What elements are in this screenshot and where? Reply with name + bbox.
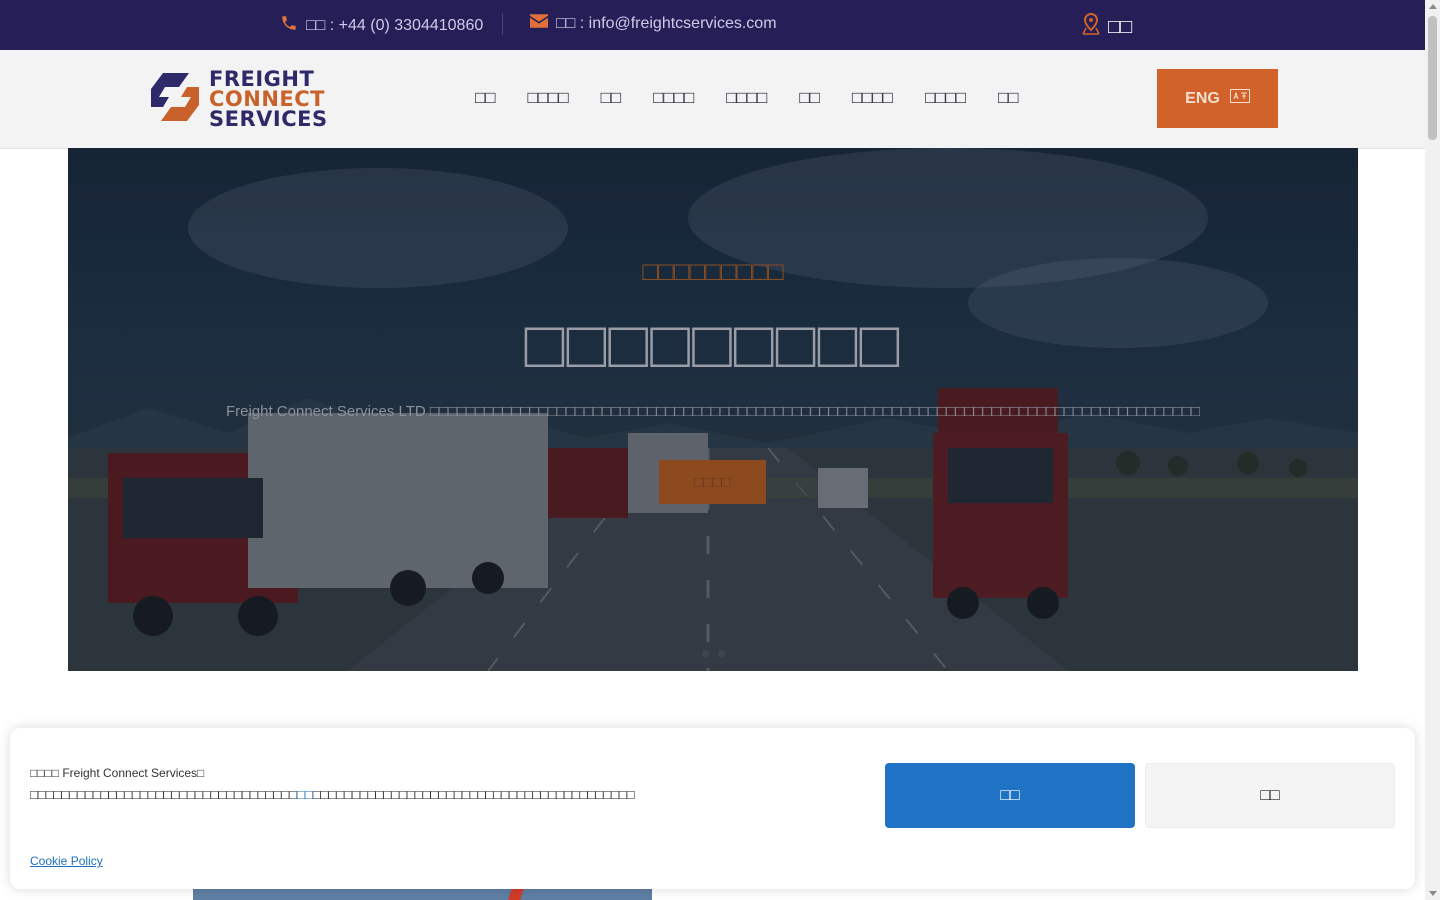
hero-subtitle: □□□□□□□□□	[642, 256, 784, 286]
nav-item-1[interactable]: □□	[475, 88, 496, 108]
hero-slider: □□□□□□□□□ □□□□□□□□□ Freight Connect Serv…	[68, 148, 1358, 671]
decline-cookies-button[interactable]: □□	[1145, 763, 1395, 828]
nav-item-8[interactable]: □□□□	[925, 88, 966, 108]
cookie-message: □□□□□□□□□□□□□□□□□□□□□□□□□□□□□□□□□□□□□□□□…	[30, 787, 635, 802]
email-contact[interactable]: □□ : info@freightcservices.com	[530, 14, 777, 33]
page-scrollbar[interactable]	[1425, 0, 1440, 900]
slider-dot-2[interactable]	[718, 650, 726, 658]
main-header: FREIGHT CONNECT SERVICES □□ □□□□ □□ □□□□…	[0, 50, 1425, 149]
company-logo[interactable]: FREIGHT CONNECT SERVICES	[145, 67, 327, 132]
logo-line-1: FREIGHT	[209, 67, 315, 91]
phone-icon	[280, 14, 298, 37]
hero-title: □□□□□□□□□	[524, 307, 902, 381]
hero-description: Freight Connect Services LTD □□□□□□□□□□□…	[225, 403, 1201, 420]
scroll-down-arrow-icon[interactable]	[1429, 891, 1437, 896]
location-link[interactable]: □□	[1080, 12, 1132, 42]
logo-line-3: SERVICES	[209, 107, 328, 131]
hero-cta-button[interactable]: □□□□	[659, 460, 766, 504]
cookie-message-part-2: □□□□□□□□□□□□□□□□□□□□□□□□□□□□□□□□□□□□□□□□…	[312, 787, 635, 802]
topbar-divider	[502, 13, 503, 35]
location-label: □□	[1108, 15, 1133, 38]
cookie-message-part-1: □□□□□□□□□□□□□□□□□□□□□□□□□□□□□□□□□□	[30, 787, 297, 802]
logo-mark-icon	[145, 67, 205, 132]
scroll-up-arrow-icon[interactable]	[1429, 4, 1437, 9]
nav-item-9[interactable]: □□	[998, 88, 1019, 108]
cookie-inline-link[interactable]: □□	[297, 787, 313, 802]
nav-item-4[interactable]: □□□□	[653, 88, 694, 108]
nav-item-5[interactable]: □□□□	[726, 88, 767, 108]
logo-wordmark: FREIGHT CONNECT SERVICES	[209, 67, 328, 131]
nav-item-6[interactable]: □□	[799, 88, 820, 108]
nav-item-2[interactable]: □□□□	[528, 88, 569, 108]
top-contact-bar: □□ : +44 (0) 3304410860 □□ : info@freigh…	[0, 0, 1425, 50]
cookie-policy-link[interactable]: Cookie Policy	[30, 854, 103, 868]
cookie-title: □□□□ Freight Connect Services□	[30, 766, 205, 780]
logo-line-2: CONNECT	[209, 87, 325, 111]
main-nav: □□ □□□□ □□ □□□□ □□□□ □□ □□□□ □□□□ □□	[475, 88, 1051, 108]
translate-icon	[1229, 89, 1250, 108]
nav-item-7[interactable]: □□□□	[852, 88, 893, 108]
map-pin-icon	[1080, 12, 1102, 42]
slider-dot-1[interactable]	[702, 650, 710, 658]
phone-contact[interactable]: □□ : +44 (0) 3304410860	[280, 14, 483, 37]
envelope-icon	[530, 14, 548, 33]
cookie-consent-banner: □□□□ Freight Connect Services□ □□□□□□□□□…	[10, 728, 1415, 889]
language-button[interactable]: ENG	[1157, 69, 1278, 128]
language-label: ENG	[1185, 89, 1220, 107]
email-text: □□ : info@freightcservices.com	[556, 14, 777, 32]
accept-cookies-button[interactable]: □□	[885, 763, 1135, 828]
slider-dots	[702, 650, 726, 658]
scrollbar-thumb[interactable]	[1428, 16, 1437, 140]
nav-item-3[interactable]: □□	[601, 88, 622, 108]
phone-text: □□ : +44 (0) 3304410860	[306, 16, 484, 34]
